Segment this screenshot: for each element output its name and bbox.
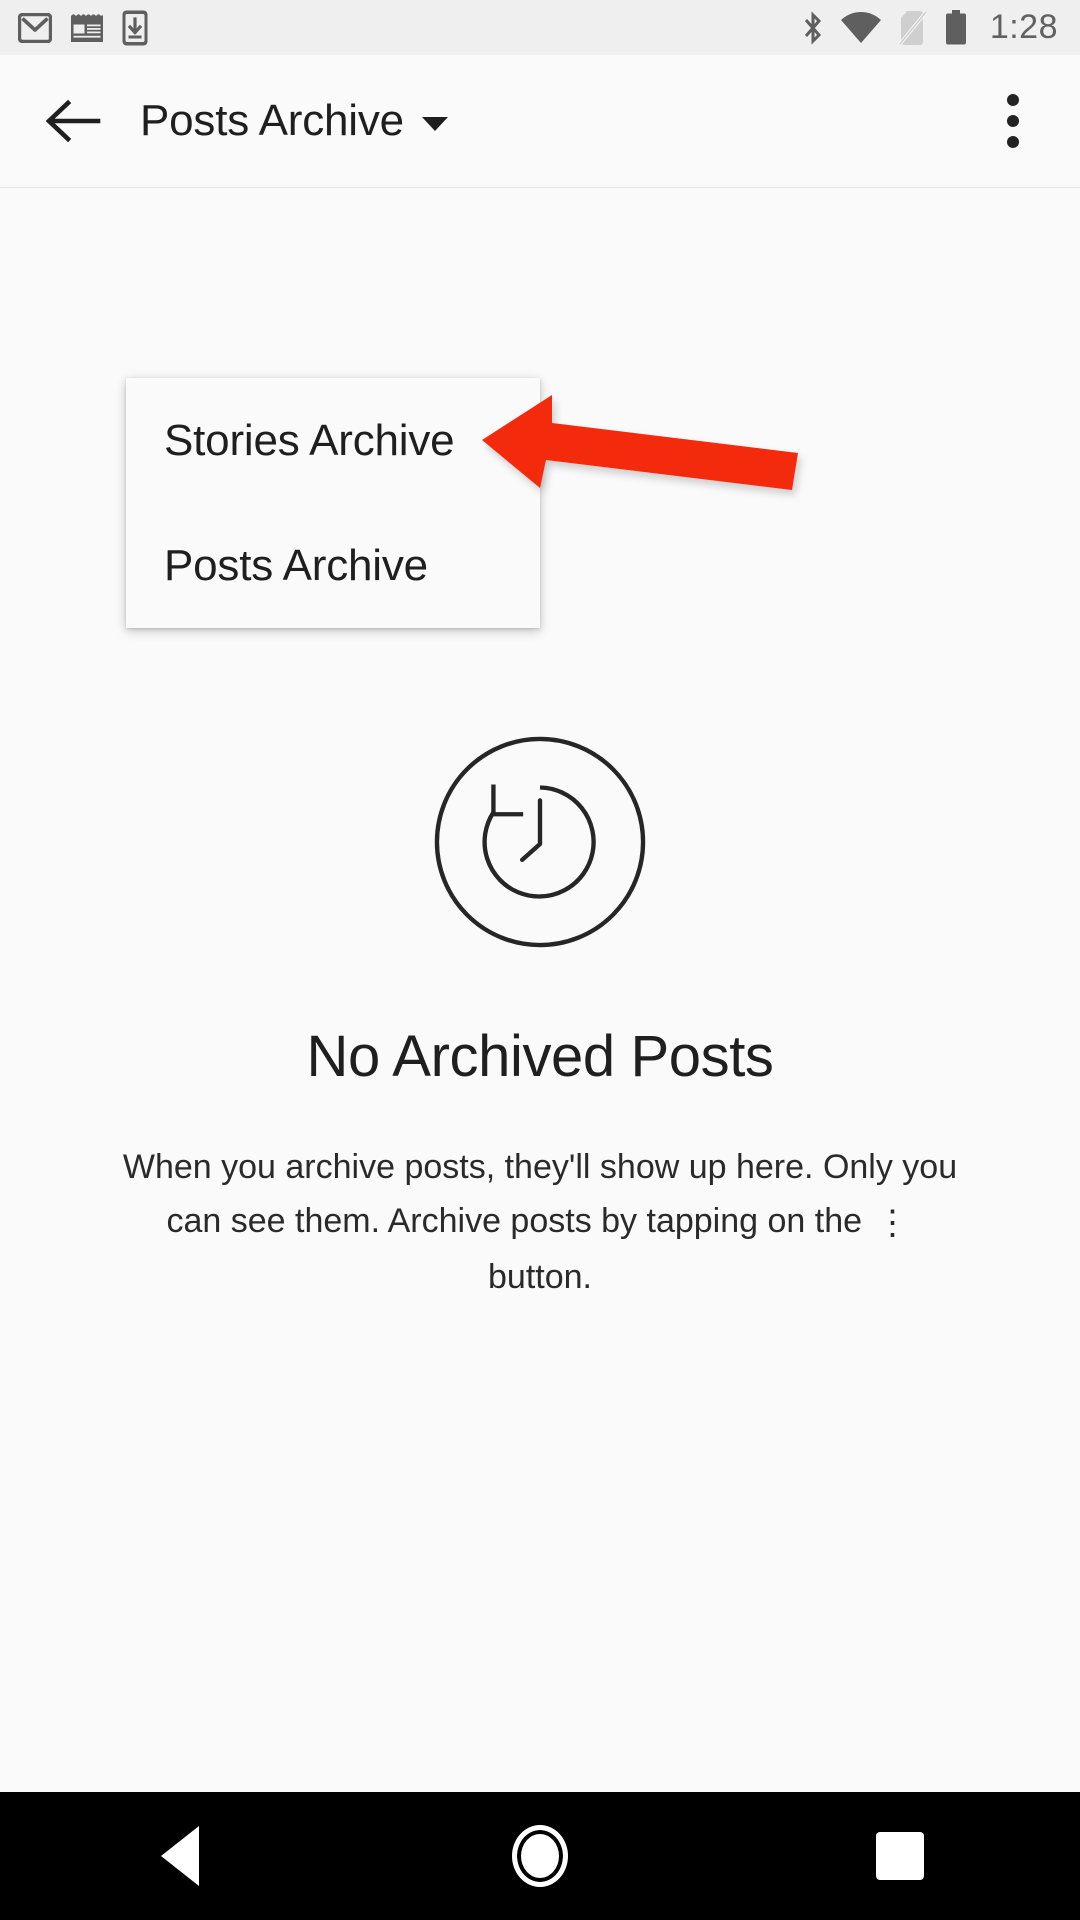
- gmail-icon: [18, 12, 52, 43]
- archive-type-dropdown-menu: Stories Archive Posts Archive: [126, 378, 540, 628]
- menu-item-posts-archive[interactable]: Posts Archive: [126, 503, 540, 628]
- battery-icon: [945, 9, 966, 44]
- square-recents-icon: [876, 1832, 924, 1880]
- title-dropdown-trigger[interactable]: Posts Archive: [140, 96, 448, 146]
- empty-body-line-3-before: on the: [767, 1202, 863, 1240]
- back-button[interactable]: [34, 82, 112, 160]
- nav-recents-button[interactable]: [825, 1792, 975, 1920]
- phone-screen: 1:28 Posts Archive No Archived Posts Whe…: [0, 0, 1080, 1920]
- system-navigation-bar: [0, 1792, 1080, 1920]
- app-bar: Posts Archive: [0, 55, 1080, 188]
- content-area: No Archived Posts When you archive posts…: [0, 188, 1080, 1792]
- vertical-dots-icon: ⋮: [875, 1204, 910, 1242]
- overflow-dot: [1007, 136, 1019, 148]
- nav-home-button[interactable]: [465, 1792, 615, 1920]
- bluetooth-icon: [804, 10, 821, 45]
- menu-item-stories-archive[interactable]: Stories Archive: [126, 378, 540, 503]
- overflow-menu-button[interactable]: [974, 82, 1052, 160]
- back-arrow-icon: [45, 99, 101, 143]
- chevron-down-icon: [421, 117, 448, 131]
- download-to-device-icon: [122, 10, 148, 45]
- status-bar: 1:28: [0, 0, 1080, 55]
- empty-state: No Archived Posts When you archive posts…: [0, 733, 1080, 1304]
- news-icon: [71, 13, 103, 42]
- status-bar-right-icons: 1:28: [802, 8, 1058, 47]
- wifi-icon: [840, 11, 881, 43]
- empty-body-line-1: When you archive posts, they'll show up …: [122, 1148, 814, 1186]
- triangle-back-icon: [161, 1826, 199, 1886]
- status-bar-left-icons: [18, 10, 148, 46]
- status-bar-clock: 1:28: [989, 8, 1058, 46]
- page-title: Posts Archive: [140, 96, 404, 145]
- empty-state-title: No Archived Posts: [306, 1024, 774, 1089]
- nav-back-button[interactable]: [105, 1792, 255, 1920]
- archive-history-clock-icon: [434, 736, 646, 948]
- no-sim-icon: [898, 10, 928, 45]
- empty-body-line-3-after: button.: [488, 1258, 592, 1296]
- circle-home-icon: [512, 1825, 568, 1887]
- overflow-dot: [1007, 115, 1019, 127]
- empty-state-body: When you archive posts, they'll show up …: [120, 1140, 960, 1304]
- overflow-dot: [1007, 94, 1019, 106]
